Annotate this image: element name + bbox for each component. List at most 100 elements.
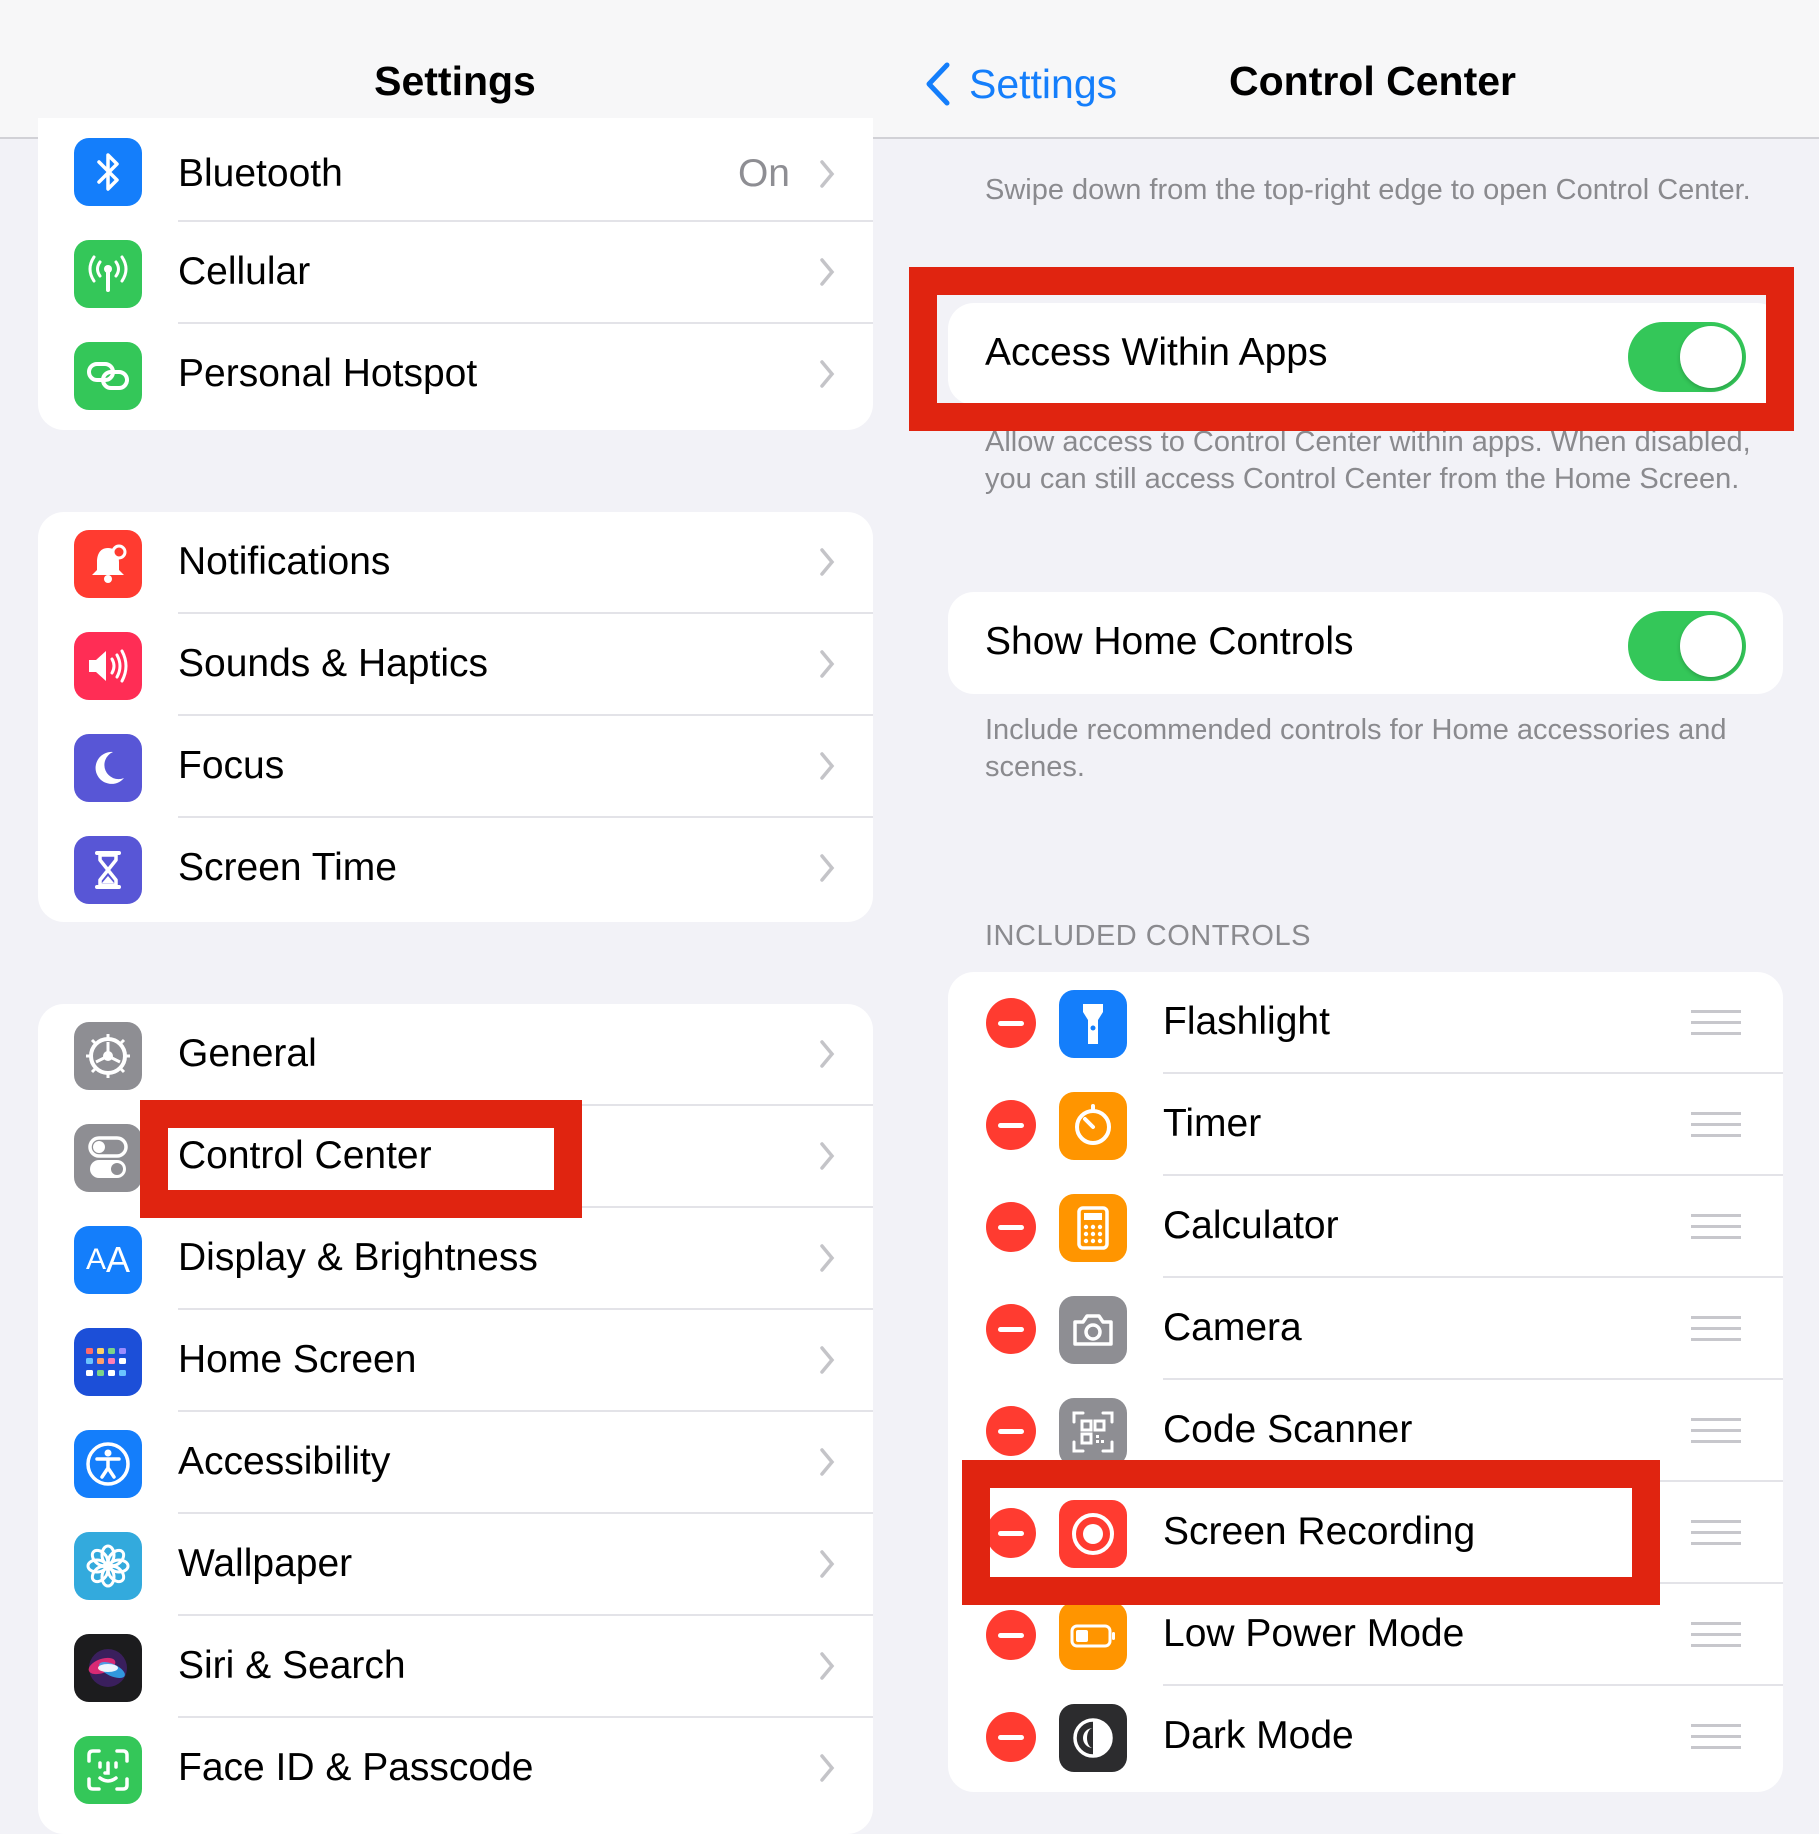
chevron-right-icon — [820, 1244, 835, 1272]
settings-row-screen-time[interactable]: Screen Time — [38, 818, 873, 920]
control-row-code-scanner: Code Scanner — [948, 1380, 1783, 1482]
page-title: Control Center — [1229, 58, 1516, 104]
chevron-left-icon — [926, 62, 950, 106]
settings-row-label: Wallpaper — [178, 1542, 353, 1585]
remove-button[interactable] — [986, 1610, 1036, 1660]
access-within-apps-toggle[interactable] — [1628, 322, 1746, 392]
settings-row-label: Bluetooth — [178, 152, 343, 195]
control-label: Dark Mode — [1163, 1714, 1354, 1757]
settings-group-notifications: Notifications Sounds & Haptics Focus Scr… — [38, 512, 873, 922]
settings-row-personal-hotspot[interactable]: Personal Hotspot — [38, 324, 873, 426]
settings-row-face-id-passcode[interactable]: Face ID & Passcode — [38, 1718, 873, 1820]
control-label: Code Scanner — [1163, 1408, 1413, 1451]
chevron-right-icon — [820, 258, 835, 286]
flower-icon — [74, 1532, 142, 1600]
control-label: Low Power Mode — [1163, 1612, 1465, 1655]
chevron-right-icon — [820, 160, 835, 188]
settings-row-home-screen[interactable]: Home Screen — [38, 1310, 873, 1412]
control-label: Timer — [1163, 1102, 1262, 1145]
settings-row-display-brightness[interactable]: AA Display & Brightness — [38, 1208, 873, 1310]
chevron-right-icon — [820, 1142, 835, 1170]
settings-row-label: Face ID & Passcode — [178, 1746, 534, 1789]
chevron-right-icon — [820, 752, 835, 780]
settings-row-label: Sounds & Haptics — [178, 642, 489, 685]
settings-title: Settings — [374, 58, 536, 104]
settings-row-label: Cellular — [178, 250, 311, 293]
reorder-handle[interactable] — [1691, 1622, 1741, 1650]
reorder-handle[interactable] — [1691, 1316, 1741, 1344]
settings-row-label: Focus — [178, 744, 285, 787]
switches-icon — [74, 1124, 142, 1192]
settings-row-label: Notifications — [178, 540, 391, 583]
control-label: Screen Recording — [1163, 1510, 1476, 1553]
siri-icon — [74, 1634, 142, 1702]
control-row-flashlight: Flashlight — [948, 972, 1783, 1074]
control-row-calculator: Calculator — [948, 1176, 1783, 1278]
reorder-handle[interactable] — [1691, 1724, 1741, 1752]
chevron-right-icon — [820, 1652, 835, 1680]
control-row-camera: Camera — [948, 1278, 1783, 1380]
control-label: Camera — [1163, 1306, 1302, 1349]
remove-button[interactable] — [986, 998, 1036, 1048]
remove-button[interactable] — [986, 1202, 1036, 1252]
chevron-right-icon — [820, 1448, 835, 1476]
moon-icon — [74, 734, 142, 802]
settings-row-notifications[interactable]: Notifications — [38, 512, 873, 614]
hourglass-icon — [74, 836, 142, 904]
timer-icon — [1059, 1092, 1127, 1160]
show-home-controls-toggle[interactable] — [1628, 611, 1746, 681]
battery-icon — [1059, 1602, 1127, 1670]
settings-row-siri-search[interactable]: Siri & Search — [38, 1616, 873, 1718]
settings-row-sounds-haptics[interactable]: Sounds & Haptics — [38, 614, 873, 716]
qr-code-icon — [1059, 1398, 1127, 1466]
hotspot-icon — [74, 342, 142, 410]
show-home-controls-row: Show Home Controls — [948, 592, 1783, 694]
chevron-right-icon — [820, 1754, 835, 1782]
control-row-low-power-mode: Low Power Mode — [948, 1584, 1783, 1686]
control-label: Flashlight — [1163, 1000, 1330, 1043]
control-row-timer: Timer — [948, 1074, 1783, 1176]
reorder-handle[interactable] — [1691, 1010, 1741, 1038]
chevron-right-icon — [820, 360, 835, 388]
show-home-controls-label: Show Home Controls — [985, 620, 1354, 663]
access-within-apps-card: Access Within Apps — [948, 303, 1783, 405]
settings-row-focus[interactable]: Focus — [38, 716, 873, 818]
face-id-icon — [74, 1736, 142, 1804]
reorder-handle[interactable] — [1691, 1214, 1741, 1242]
settings-row-accessibility[interactable]: Accessibility — [38, 1412, 873, 1514]
chevron-right-icon — [820, 1550, 835, 1578]
remove-button[interactable] — [986, 1712, 1036, 1762]
settings-row-label: Control Center — [178, 1134, 432, 1177]
notifications-icon — [74, 530, 142, 598]
dark-mode-icon — [1059, 1704, 1127, 1772]
settings-row-general[interactable]: General — [38, 1004, 873, 1106]
included-controls-header: INCLUDED CONTROLS — [985, 920, 1311, 952]
back-button-label: Settings — [969, 60, 1118, 107]
settings-row-wallpaper[interactable]: Wallpaper — [38, 1514, 873, 1616]
remove-button[interactable] — [986, 1406, 1036, 1456]
remove-button[interactable] — [986, 1304, 1036, 1354]
text-size-icon: AA — [74, 1226, 142, 1294]
remove-button[interactable] — [986, 1508, 1036, 1558]
speaker-icon — [74, 632, 142, 700]
control-label: Calculator — [1163, 1204, 1339, 1247]
intro-note: Swipe down from the top-right edge to op… — [985, 174, 1751, 206]
settings-row-control-center[interactable]: Control Center — [38, 1106, 873, 1208]
settings-row-label: Display & Brightness — [178, 1236, 538, 1279]
settings-row-bluetooth[interactable]: Bluetooth On — [38, 118, 873, 222]
record-icon — [1059, 1500, 1127, 1568]
remove-button[interactable] — [986, 1100, 1036, 1150]
settings-row-cellular[interactable]: Cellular — [38, 222, 873, 324]
back-button[interactable]: Settings — [925, 56, 1117, 112]
reorder-handle[interactable] — [1691, 1112, 1741, 1140]
settings-group-connectivity: Bluetooth On Cellular Personal Hotspot — [38, 118, 873, 430]
reorder-handle[interactable] — [1691, 1520, 1741, 1548]
chevron-right-icon — [820, 1040, 835, 1068]
reorder-handle[interactable] — [1691, 1418, 1741, 1446]
chevron-right-icon — [820, 548, 835, 576]
settings-row-label: Screen Time — [178, 846, 397, 889]
settings-row-label: Siri & Search — [178, 1644, 406, 1687]
settings-row-label: Accessibility — [178, 1440, 391, 1483]
chevron-right-icon — [820, 854, 835, 882]
access-within-apps-row: Access Within Apps — [948, 303, 1783, 405]
